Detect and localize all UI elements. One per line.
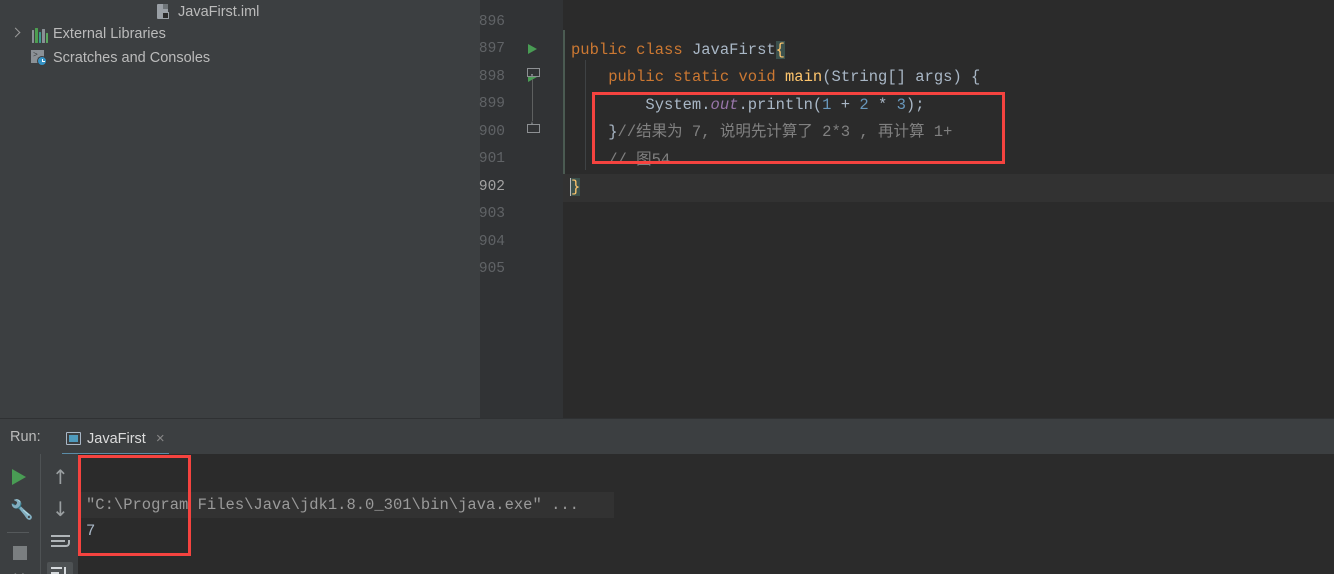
run-header: Run: JavaFirst × <box>0 418 1334 455</box>
token-signature: (String[] args) { <box>822 68 981 86</box>
token-field-out: out <box>710 96 739 114</box>
code-line-898: public static void main(String[] args) { <box>563 64 1334 92</box>
code-line-897: public class JavaFirst{ <box>563 37 1334 65</box>
external-libraries-icon <box>30 25 49 43</box>
token-number-2: 2 <box>859 96 869 114</box>
code-editor[interactable]: 896 897 898 899 900 901 902 903 904 905 <box>479 0 1334 418</box>
run-toolbar-left: 🔧 × <box>0 454 40 574</box>
line-number: 898 <box>478 69 505 85</box>
code-line-902: } <box>563 174 1334 202</box>
scroll-up-button[interactable]: ↑ <box>47 464 73 490</box>
token-brace-open: { <box>775 41 785 59</box>
close-icon[interactable]: × <box>156 430 165 447</box>
run-tab-label: JavaFirst <box>87 430 146 447</box>
token-brace-close: } <box>570 178 581 196</box>
token-keyword: void <box>738 68 776 86</box>
settings-button[interactable]: 🔧 <box>7 496 34 522</box>
ide-window: JavaFirst.iml External Libraries >_ Scra… <box>0 0 1334 574</box>
wrench-icon: 🔧 <box>10 499 34 521</box>
tree-item-label: JavaFirst.iml <box>178 3 260 20</box>
scroll-to-end-button[interactable] <box>47 562 73 574</box>
close-icon: × <box>12 568 26 574</box>
line-number: 897 <box>478 41 505 57</box>
run-toolbar-secondary: ↑ ↓ <box>40 454 78 574</box>
tree-item-external-libraries[interactable]: External Libraries <box>0 22 480 46</box>
project-tool-window: JavaFirst.iml External Libraries >_ Scra… <box>0 0 480 418</box>
code-text-area[interactable]: public class JavaFirst{ public static vo… <box>563 0 1334 418</box>
code-line-895-partial <box>563 0 1334 11</box>
soft-wrap-icon <box>51 535 70 550</box>
tree-item-label: External Libraries <box>53 25 166 42</box>
run-tool-window: Run: JavaFirst × 🔧 × <box>0 418 1334 574</box>
scroll-down-button[interactable]: ↓ <box>47 496 73 522</box>
chevron-right-icon[interactable] <box>8 26 24 42</box>
code-line-900: }//结果为 7, 说明先计算了 2*3 , 再计算 1+ <box>563 119 1334 147</box>
editor-gutter[interactable]: 896 897 898 899 900 901 902 903 904 905 <box>479 0 563 418</box>
token-star: * <box>868 96 897 114</box>
tree-item-label: Scratches and Consoles <box>53 49 211 66</box>
token-comment: //结果为 7, 说明先计算了 2*3 , 再计算 1+ <box>617 123 953 141</box>
token-println: .println( <box>738 96 823 114</box>
token-curly-close: } <box>608 123 618 141</box>
tree-item-javafirst-iml[interactable]: JavaFirst.iml <box>0 0 480 24</box>
scroll-to-end-icon <box>51 567 71 574</box>
token-number-3: 3 <box>896 96 906 114</box>
console-icon <box>66 432 81 445</box>
token-keyword: static <box>673 68 730 86</box>
token-stmt-close: ); <box>905 96 925 114</box>
line-number-current: 902 <box>478 179 505 195</box>
console-output[interactable]: "C:\Program Files\Java\jdk1.8.0_301\bin\… <box>78 454 1334 574</box>
token-keyword: public <box>608 68 665 86</box>
line-number: 901 <box>478 151 505 167</box>
token-comment: // 图54 <box>608 151 671 169</box>
toolbar-divider <box>7 532 29 533</box>
run-title-label: Run: <box>10 429 41 445</box>
line-number: 904 <box>478 234 505 250</box>
run-tab-javafirst[interactable]: JavaFirst × <box>62 424 169 455</box>
fold-region-end-icon[interactable] <box>527 121 540 135</box>
stop-icon <box>13 546 27 560</box>
line-number: 899 <box>478 96 505 112</box>
close-run-button[interactable]: × <box>7 568 33 574</box>
rerun-button[interactable] <box>7 464 33 490</box>
token-method-name: main <box>785 68 823 86</box>
stop-button[interactable] <box>7 540 33 566</box>
code-line-899: System.out.println(1 + 2 * 3); <box>563 92 1334 120</box>
arrow-up-icon: ↑ <box>52 465 69 489</box>
token-system: System. <box>645 96 711 114</box>
scratches-consoles-icon: >_ <box>30 49 48 67</box>
line-number: 905 <box>478 261 505 277</box>
run-icon <box>12 469 26 485</box>
token-keyword: public <box>571 41 627 59</box>
line-number: 903 <box>478 206 505 222</box>
line-number: 900 <box>478 124 505 140</box>
console-line-output: 7 <box>86 522 96 540</box>
token-class-name: JavaFirst <box>691 41 776 59</box>
tree-item-scratches-and-consoles[interactable]: >_ Scratches and Consoles <box>0 46 480 70</box>
token-keyword: class <box>636 41 683 59</box>
run-gutter-marker-897[interactable] <box>525 36 545 64</box>
line-number: 896 <box>478 14 505 30</box>
arrow-down-icon: ↓ <box>52 497 69 521</box>
iml-file-icon <box>155 3 173 21</box>
fold-region-line <box>532 79 533 121</box>
token-plus: + <box>831 96 860 114</box>
soft-wrap-button[interactable] <box>47 530 73 556</box>
code-line-901: // 图54 <box>563 147 1334 175</box>
console-line-command: "C:\Program Files\Java\jdk1.8.0_301\bin\… <box>78 492 614 518</box>
fold-region-start-icon[interactable] <box>527 68 540 79</box>
